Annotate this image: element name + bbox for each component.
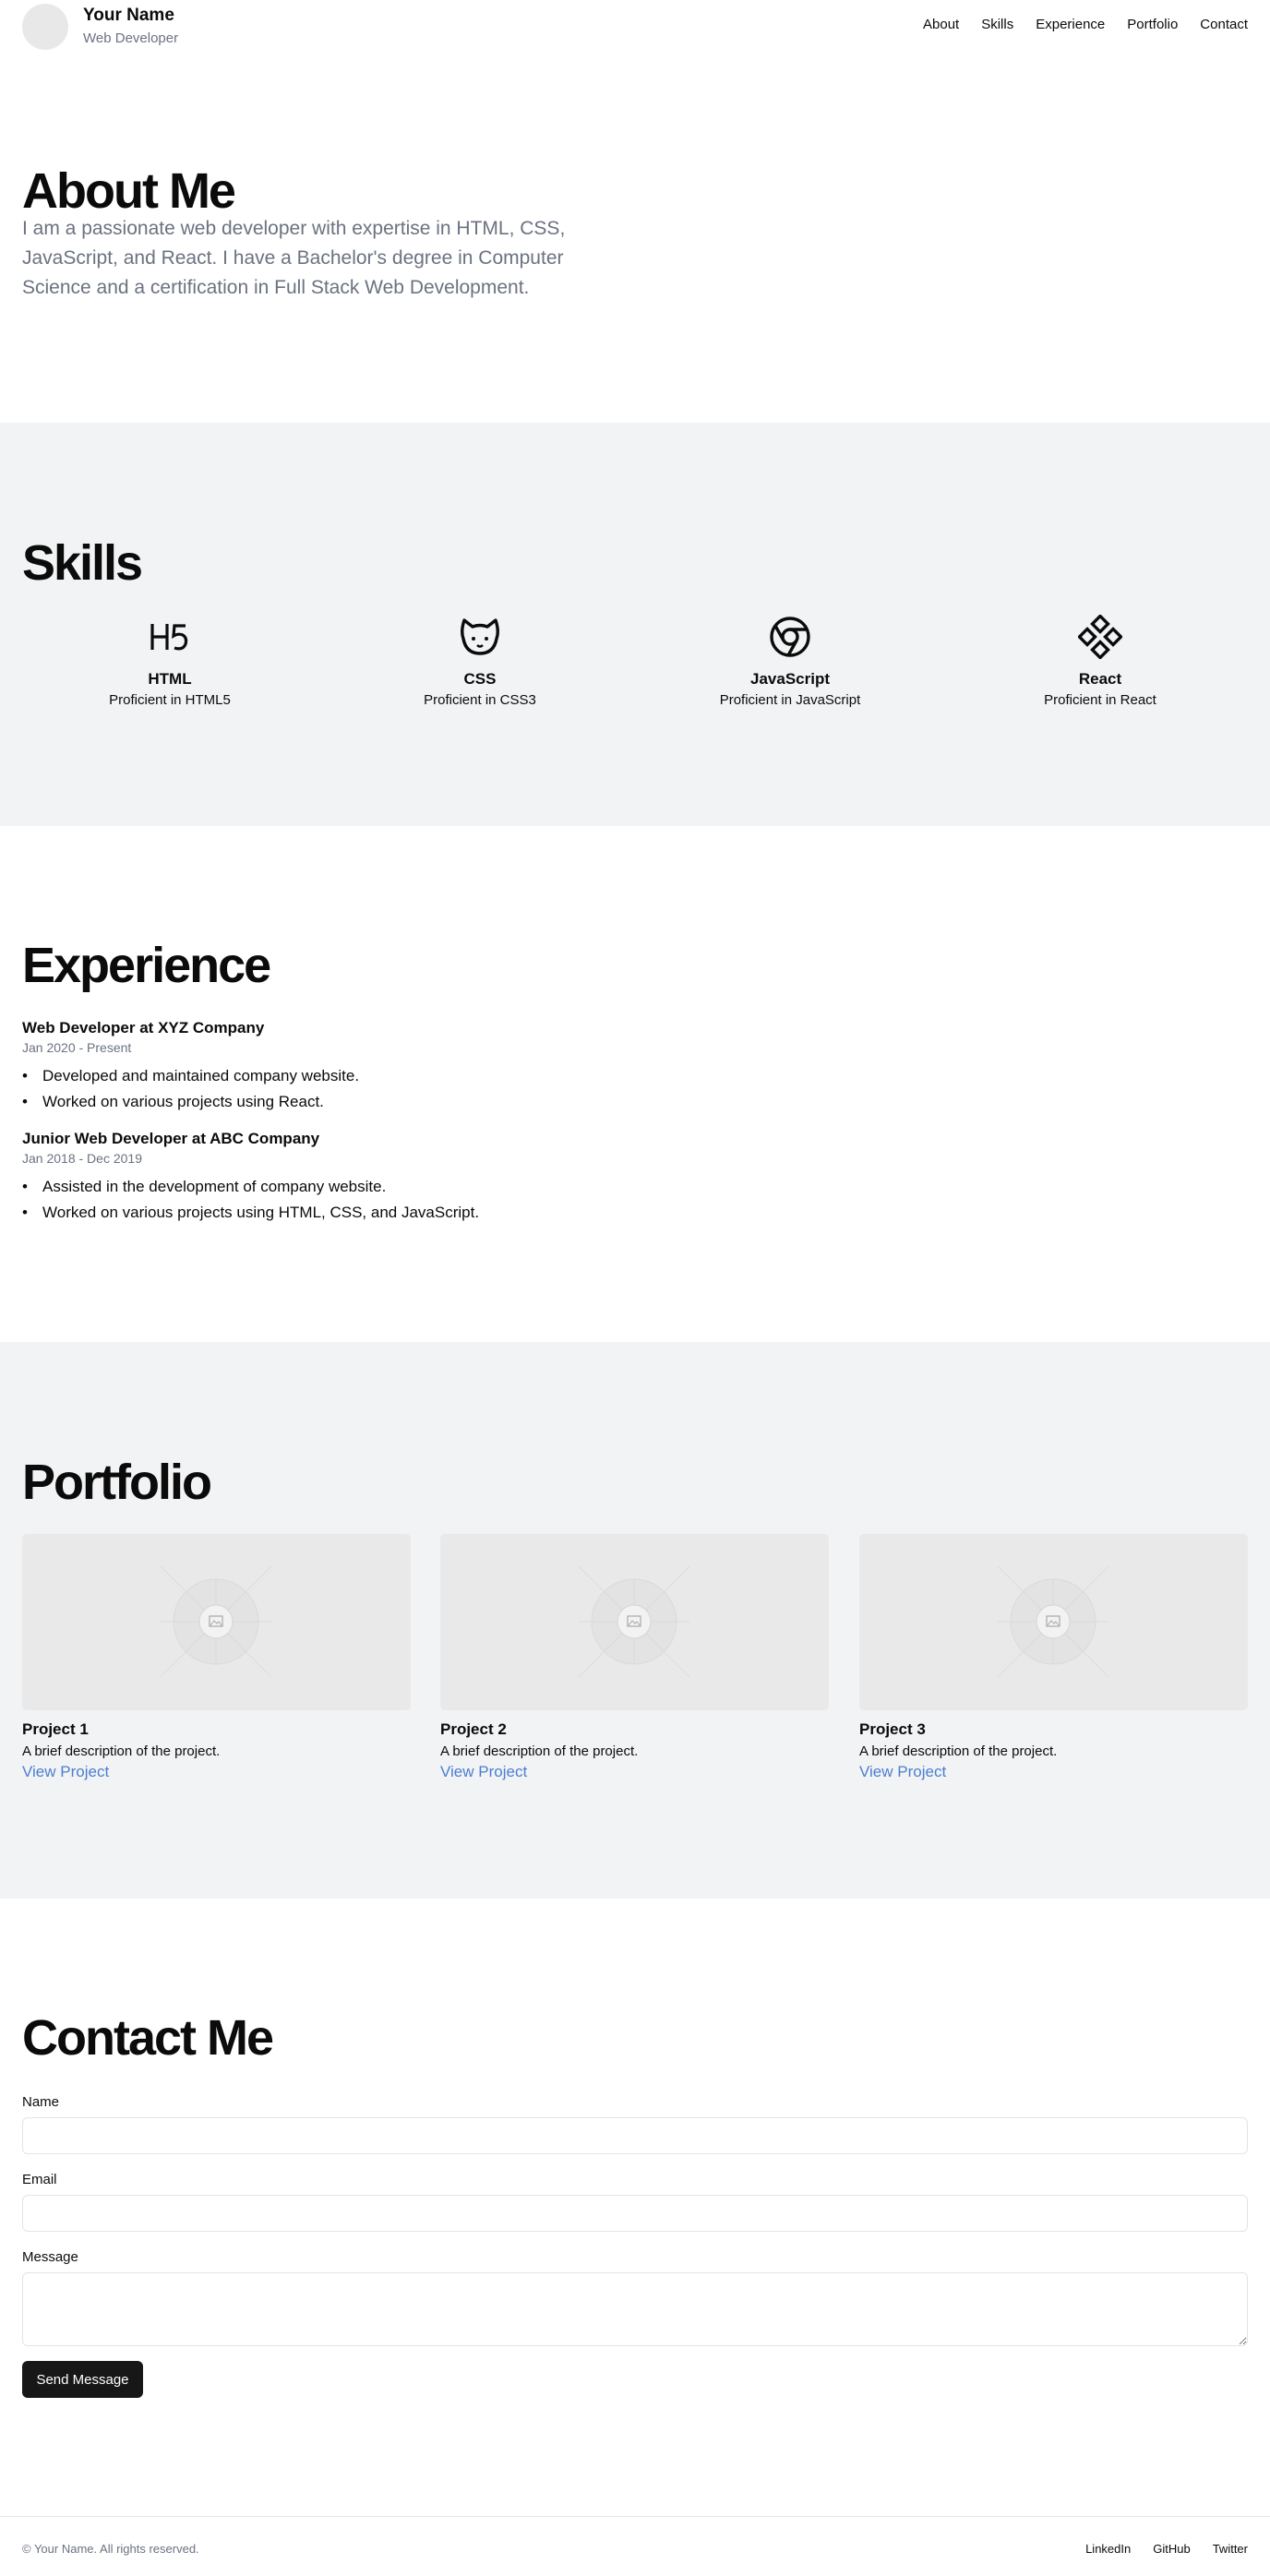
about-text: I am a passionate web developer with exp… <box>22 218 566 298</box>
skill-desc: Proficient in React <box>1044 692 1156 708</box>
job-bullet: • Worked on various projects using HTML, … <box>22 1204 480 1221</box>
project-desc: A brief description of the project. <box>859 1743 1058 1759</box>
project-card: Project 1 A brief description of the pro… <box>22 1534 411 1781</box>
portfolio-title: Portfolio <box>22 1455 212 1510</box>
skill-css: CSS Proficient in CSS3 <box>341 614 618 708</box>
about-title: About Me <box>22 163 236 219</box>
nav-portfolio[interactable]: Portfolio <box>1127 17 1178 32</box>
job-bullet: • Assisted in the development of company … <box>22 1178 387 1195</box>
copyright-text: © Your Name. All rights reserved. <box>22 2542 199 2556</box>
message-textarea[interactable] <box>22 2272 1248 2346</box>
cat-icon <box>341 614 618 660</box>
avatar <box>22 4 68 50</box>
project-card: Project 3 A brief description of the pro… <box>859 1534 1248 1781</box>
name-label: Name <box>22 2094 60 2110</box>
job-bullet-text: Worked on various projects using React. <box>42 1093 324 1110</box>
contact-title: Contact Me <box>22 2010 274 2066</box>
job-title: Junior Web Developer at ABC Company <box>22 1130 320 1147</box>
project-title: Project 3 <box>859 1720 926 1738</box>
job-dates: Jan 2020 - Present <box>22 1040 132 1055</box>
nav-skills[interactable]: Skills <box>981 17 1013 32</box>
project-title: Project 1 <box>22 1720 89 1738</box>
name-input[interactable] <box>22 2117 1248 2154</box>
job-dates: Jan 2018 - Dec 2019 <box>22 1151 142 1166</box>
view-project-link[interactable]: View Project <box>440 1763 829 1781</box>
view-project-link[interactable]: View Project <box>22 1763 411 1781</box>
site-owner-role: Web Developer <box>83 30 179 46</box>
skill-name: JavaScript <box>750 670 830 688</box>
image-placeholder-icon <box>440 1534 829 1710</box>
image-placeholder-icon <box>22 1534 411 1710</box>
skill-javascript: JavaScript Proficient in JavaScript <box>652 614 929 708</box>
view-project-link[interactable]: View Project <box>859 1763 1248 1781</box>
chrome-icon <box>652 614 929 660</box>
html5-icon <box>31 614 308 660</box>
skill-desc: Proficient in CSS3 <box>424 692 536 708</box>
image-placeholder-icon <box>859 1534 1248 1710</box>
skill-react: React Proficient in React <box>962 614 1239 708</box>
skill-name: HTML <box>148 670 192 688</box>
send-message-button[interactable]: Send Message <box>22 2361 143 2398</box>
message-label: Message <box>22 2249 78 2265</box>
skill-name: CSS <box>463 670 497 688</box>
nav-contact[interactable]: Contact <box>1200 17 1248 32</box>
main-nav: About Skills Experience Portfolio Contac… <box>923 17 1248 32</box>
github-link[interactable]: GitHub <box>1153 2542 1190 2556</box>
project-title: Project 2 <box>440 1720 507 1738</box>
job-bullet: • Developed and maintained company websit… <box>22 1067 360 1084</box>
job-bullet-text: Assisted in the development of company w… <box>42 1178 387 1195</box>
project-desc: A brief description of the project. <box>22 1743 221 1759</box>
twitter-link[interactable]: Twitter <box>1213 2542 1248 2556</box>
linkedin-link[interactable]: LinkedIn <box>1085 2542 1131 2556</box>
project-desc: A brief description of the project. <box>440 1743 639 1759</box>
job-bullet-text: Developed and maintained company website… <box>42 1067 360 1084</box>
component-icon <box>962 614 1239 660</box>
skill-desc: Proficient in HTML5 <box>109 692 231 708</box>
skill-name: React <box>1078 670 1122 688</box>
email-label: Email <box>22 2172 57 2187</box>
experience-title: Experience <box>22 938 271 993</box>
nav-about[interactable]: About <box>923 17 959 32</box>
job-bullet-text: Worked on various projects using HTML, C… <box>42 1204 480 1221</box>
site-owner-name: Your Name <box>83 6 174 25</box>
nav-experience[interactable]: Experience <box>1036 17 1105 32</box>
project-card: Project 2 A brief description of the pro… <box>440 1534 829 1781</box>
site-header: Your Name Web Developer About Skills Exp… <box>0 0 1270 52</box>
skill-desc: Proficient in JavaScript <box>719 692 861 708</box>
skill-html: HTML Proficient in HTML5 <box>31 614 308 708</box>
job-title: Web Developer at XYZ Company <box>22 1019 265 1036</box>
job-bullet: • Worked on various projects using React. <box>22 1093 324 1110</box>
site-footer: © Your Name. All rights reserved. Linked… <box>0 2516 1270 2576</box>
skills-title: Skills <box>22 535 143 591</box>
email-input[interactable] <box>22 2195 1248 2232</box>
footer-links: LinkedIn GitHub Twitter <box>1085 2542 1248 2556</box>
